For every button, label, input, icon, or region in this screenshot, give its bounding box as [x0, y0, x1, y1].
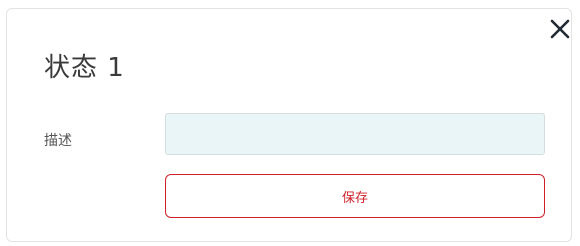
- description-input[interactable]: [165, 113, 545, 155]
- description-label: 描述: [44, 133, 72, 149]
- dialog-title: 状态 1: [44, 53, 125, 83]
- save-button[interactable]: 保存: [165, 174, 545, 218]
- close-button[interactable]: [547, 16, 573, 42]
- close-icon: [550, 19, 570, 39]
